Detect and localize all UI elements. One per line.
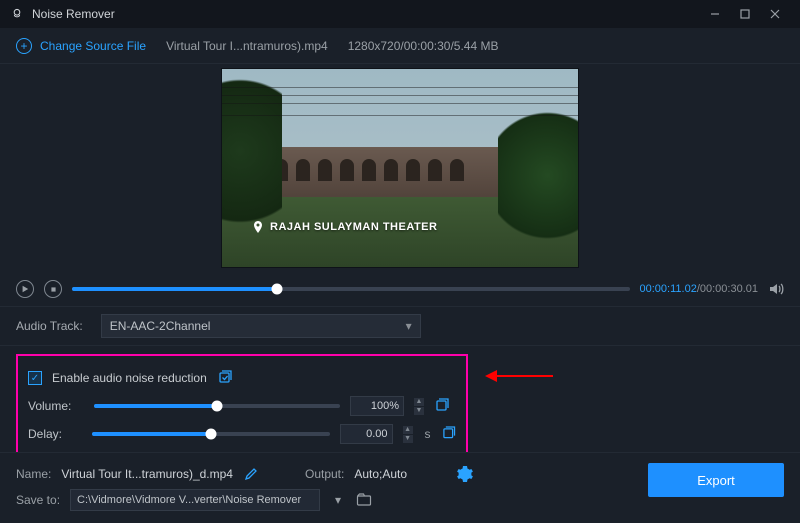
delay-slider[interactable] xyxy=(92,432,330,436)
audio-track-row: Audio Track: EN-AAC-2Channel ▾ xyxy=(0,306,800,346)
titlebar: Noise Remover xyxy=(0,0,800,28)
volume-slider[interactable] xyxy=(94,404,340,408)
volume-label: Volume: xyxy=(28,399,84,413)
apply-all-checkbox-icon[interactable] xyxy=(217,370,233,386)
audio-track-value: EN-AAC-2Channel xyxy=(110,319,211,333)
plus-circle-icon: + xyxy=(16,38,32,54)
close-button[interactable] xyxy=(760,4,790,24)
map-pin-icon xyxy=(252,221,264,233)
volume-apply-all-icon[interactable] xyxy=(434,398,450,414)
export-label: Export xyxy=(697,473,735,488)
audio-track-label: Audio Track: xyxy=(16,319,83,333)
maximize-button[interactable] xyxy=(730,4,760,24)
change-source-label: Change Source File xyxy=(40,39,146,53)
overlay-text: RAJAH SULAYMAN THEATER xyxy=(270,221,437,233)
play-button[interactable] xyxy=(16,280,34,298)
source-file-name: Virtual Tour I...ntramuros).mp4 xyxy=(166,39,328,53)
current-time: 00:00:11.02 xyxy=(640,283,697,295)
output-settings-icon[interactable] xyxy=(457,466,473,482)
stop-button[interactable] xyxy=(44,280,62,298)
save-to-value: C:\Vidmore\Vidmore V...verter\Noise Remo… xyxy=(77,494,301,506)
playback-bar: 00:00:11.02/00:00:30.01 xyxy=(0,272,800,306)
enable-noise-checkbox[interactable]: ✓ xyxy=(28,371,42,385)
total-time: 00:00:30.01 xyxy=(700,283,758,295)
source-file-info: 1280x720/00:00:30/5.44 MB xyxy=(348,39,499,53)
volume-value[interactable]: 100% xyxy=(350,396,404,416)
save-to-path[interactable]: C:\Vidmore\Vidmore V...verter\Noise Remo… xyxy=(70,489,320,511)
delay-knob[interactable] xyxy=(206,429,217,440)
timeline-progress xyxy=(72,287,277,291)
volume-icon[interactable] xyxy=(768,281,784,297)
volume-stepper[interactable]: ▲▼ xyxy=(414,398,424,415)
change-source-button[interactable]: + Change Source File xyxy=(16,38,146,54)
edit-name-icon[interactable] xyxy=(243,466,259,482)
volume-knob[interactable] xyxy=(212,401,223,412)
audio-track-select[interactable]: EN-AAC-2Channel ▾ xyxy=(101,314,421,338)
export-button[interactable]: Export xyxy=(648,463,784,497)
time-display: 00:00:11.02/00:00:30.01 xyxy=(640,283,758,295)
delay-label: Delay: xyxy=(28,427,82,441)
chevron-down-icon: ▾ xyxy=(406,319,412,333)
callout-arrow xyxy=(485,370,553,382)
noise-reduction-panel: ✓ Enable audio noise reduction Volume: 1… xyxy=(16,354,468,460)
timeline-slider[interactable] xyxy=(72,287,630,291)
name-value: Virtual Tour It...tramuros)_d.mp4 xyxy=(61,467,233,481)
delay-unit: s xyxy=(425,427,431,441)
output-label: Output: xyxy=(305,467,344,481)
save-to-label: Save to: xyxy=(16,493,60,507)
open-folder-icon[interactable] xyxy=(356,492,372,508)
timeline-knob[interactable] xyxy=(271,284,282,295)
preview-overlay-label: RAJAH SULAYMAN THEATER xyxy=(252,221,437,233)
enable-noise-label: Enable audio noise reduction xyxy=(52,371,207,385)
delay-stepper[interactable]: ▲▼ xyxy=(403,426,413,443)
window-title: Noise Remover xyxy=(32,7,115,21)
minimize-button[interactable] xyxy=(700,4,730,24)
video-preview[interactable]: RAJAH SULAYMAN THEATER xyxy=(221,68,579,268)
delay-apply-all-icon[interactable] xyxy=(441,426,456,442)
name-label: Name: xyxy=(16,467,51,481)
top-toolbar: + Change Source File Virtual Tour I...nt… xyxy=(0,28,800,64)
output-value: Auto;Auto xyxy=(354,467,407,481)
preview-area: RAJAH SULAYMAN THEATER xyxy=(0,64,800,272)
app-icon xyxy=(10,7,24,21)
bottom-panel: Name: Virtual Tour It...tramuros)_d.mp4 … xyxy=(0,452,800,523)
save-to-dropdown-icon[interactable]: ▾ xyxy=(330,492,346,508)
delay-value[interactable]: 0.00 xyxy=(340,424,393,444)
